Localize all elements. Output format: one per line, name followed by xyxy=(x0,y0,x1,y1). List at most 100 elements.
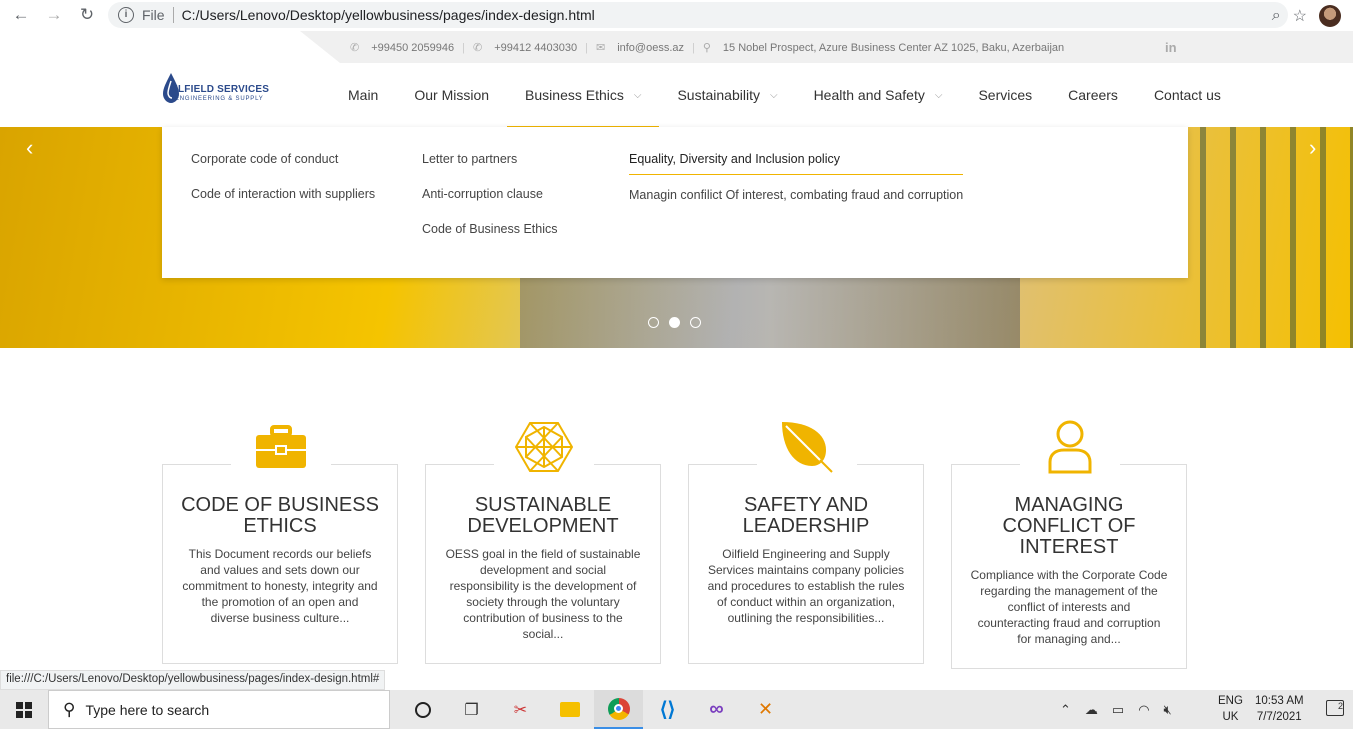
windows-taskbar: ⚲ Type here to search ❐ ✂ ⟨⟩ ∞ ✕ ⌃ ☁ ▭ ◠… xyxy=(0,690,1353,729)
menu-item-services[interactable]: Services xyxy=(960,63,1050,127)
slider-dots xyxy=(648,317,701,328)
address-divider xyxy=(172,7,174,23)
slider-dot[interactable] xyxy=(648,317,659,328)
wifi-icon[interactable]: ◠ xyxy=(1138,702,1149,718)
card-text: This Document records our beliefs and va… xyxy=(182,547,378,625)
notification-center-icon[interactable]: 2 xyxy=(1326,700,1344,716)
address-url[interactable]: C:/Users/Lenovo/Desktop/yellowbusiness/p… xyxy=(182,7,595,23)
language-indicator[interactable]: ENG UK xyxy=(1218,693,1243,725)
clock-time: 10:53 AM xyxy=(1255,695,1304,707)
clock[interactable]: 10:53 AM 7/7/2021 xyxy=(1255,693,1304,725)
hero-image-detail xyxy=(520,277,1020,348)
back-icon[interactable]: ← xyxy=(10,4,32,26)
forward-icon[interactable]: → xyxy=(43,4,65,26)
card-text: OESS goal in the field of sustainable de… xyxy=(445,547,641,641)
dropdown-link[interactable]: Code of Business Ethics xyxy=(422,222,558,236)
briefcase-icon xyxy=(231,417,331,477)
snipping-tool-icon[interactable]: ✂ xyxy=(496,690,545,729)
menu-item-our-mission[interactable]: Our Mission xyxy=(396,63,507,127)
status-url: file:///C:/Users/Lenovo/Desktop/yellowbu… xyxy=(0,670,386,690)
card-conflict-of-interest[interactable]: MANAGING CONFLICT OF INTEREST Compliance… xyxy=(951,417,1187,669)
business-ethics-dropdown: Corporate code of conduct Code of intera… xyxy=(162,127,1188,278)
taskbar-search-placeholder: Type here to search xyxy=(85,701,210,718)
dropdown-link[interactable]: Managin confilict Of interest, combating… xyxy=(629,188,963,202)
address-bar[interactable]: i File C:/Users/Lenovo/Desktop/yellowbus… xyxy=(108,2,1288,28)
site-header: ILFIELD SERVICES ENGINEERING & SUPPLY Ma… xyxy=(0,63,1353,127)
bookmark-star-icon[interactable]: ☆ xyxy=(1293,6,1307,26)
cortana-icon[interactable] xyxy=(398,690,447,729)
volume-muted-icon[interactable]: 🔇︎ xyxy=(1164,702,1172,718)
dropdown-column-3: Equality, Diversity and Inclusion policy… xyxy=(629,152,964,202)
dropdown-link[interactable]: Corporate code of conduct xyxy=(191,152,375,166)
dropdown-link[interactable]: Anti-corruption clause xyxy=(422,187,558,201)
system-tray: ⌃ ☁ ▭ ◠ 🔇︎ xyxy=(1060,690,1172,729)
info-divider: | xyxy=(585,41,588,54)
menu-item-health-and-safety[interactable]: Health and Safety ⌵ xyxy=(796,63,961,127)
logo-subtitle: ENGINEERING & SUPPLY xyxy=(175,96,264,102)
email-link[interactable]: info@oess.az xyxy=(617,42,684,54)
chevron-up-icon[interactable]: ⌃ xyxy=(1060,702,1071,718)
profile-avatar[interactable] xyxy=(1319,4,1341,27)
slider-prev-icon[interactable]: ‹ xyxy=(26,135,33,161)
info-bar-notch xyxy=(0,31,340,63)
chevron-down-icon: ⌵ xyxy=(934,89,943,101)
menu-label: Contact us xyxy=(1153,87,1221,103)
card-sustainable-development[interactable]: SUSTAINABLE DEVELOPMENT OESS goal in the… xyxy=(425,417,661,664)
dropdown-link[interactable]: Code of interaction with suppliers xyxy=(191,187,375,201)
hero-image-detail xyxy=(1200,127,1353,348)
xampp-icon[interactable]: ✕ xyxy=(741,690,790,729)
menu-item-sustainability[interactable]: Sustainability ⌵ xyxy=(659,63,795,127)
slider-dot[interactable] xyxy=(690,317,701,328)
chrome-icon[interactable] xyxy=(594,690,643,729)
menu-label: Sustainability xyxy=(677,87,760,103)
zoom-icon[interactable]: ⌕ xyxy=(1272,7,1281,25)
address-text: 15 Nobel Prospect, Azure Business Center… xyxy=(722,41,1065,54)
card-business-ethics[interactable]: CODE OF BUSINESS ETHICS This Document re… xyxy=(162,417,398,664)
chevron-down-icon: ⌵ xyxy=(633,89,642,101)
menu-item-contact-us[interactable]: Contact us xyxy=(1136,63,1239,127)
menu-label: Health and Safety xyxy=(813,87,925,103)
language-code: ENG xyxy=(1218,695,1243,707)
card-text: Oilfield Engineering and Supply Services… xyxy=(707,547,905,625)
dropdown-column-1: Corporate code of conduct Code of intera… xyxy=(191,152,375,201)
card-title: SAFETY AND LEADERSHIP xyxy=(742,494,870,537)
windows-start-icon[interactable] xyxy=(16,702,32,718)
dropdown-link[interactable]: Letter to partners xyxy=(422,152,558,166)
phone-2[interactable]: +99412 4403030 xyxy=(494,42,577,54)
vscode-icon[interactable]: ⟨⟩ xyxy=(643,690,692,729)
company-logo[interactable]: ILFIELD SERVICES ENGINEERING & SUPPLY xyxy=(163,69,285,109)
keyboard-layout: UK xyxy=(1222,711,1239,723)
dropdown-link-hovered[interactable]: Equality, Diversity and Inclusion policy xyxy=(629,152,964,175)
battery-icon[interactable]: ▭ xyxy=(1112,702,1124,718)
taskbar-search[interactable]: ⚲ Type here to search xyxy=(48,690,390,729)
phone-1[interactable]: +99450 2059946 xyxy=(371,42,454,54)
file-explorer-icon[interactable] xyxy=(545,690,594,729)
dropdown-column-2: Letter to partners Anti-corruption claus… xyxy=(422,152,558,236)
menu-label: Business Ethics xyxy=(525,87,624,103)
location-pin-icon: ⚲ xyxy=(702,42,711,54)
menu-label: Main xyxy=(348,87,379,103)
onedrive-icon[interactable]: ☁ xyxy=(1085,702,1098,718)
task-view-icon[interactable]: ❐ xyxy=(447,690,496,729)
slider-next-icon[interactable]: › xyxy=(1309,135,1316,161)
notification-count: 2 xyxy=(1337,701,1343,711)
taskbar-apps: ❐ ✂ ⟨⟩ ∞ ✕ xyxy=(398,690,790,729)
slider-dot-active[interactable] xyxy=(669,317,680,328)
contact-info-bar: ✆ +99450 2059946 | ✆ +99412 4403030 | ✉ inf… xyxy=(0,31,1353,63)
address-file-label: File xyxy=(142,7,165,23)
menu-item-main[interactable]: Main xyxy=(330,63,396,127)
logo-title: ILFIELD SERVICES xyxy=(175,84,270,95)
info-icon[interactable]: i xyxy=(118,7,134,23)
phone-icon: ✆ xyxy=(472,42,483,54)
card-safety-leadership[interactable]: SAFETY AND LEADERSHIP Oilfield Engineeri… xyxy=(688,417,924,664)
phone-icon: ✆ xyxy=(350,42,360,54)
menu-item-careers[interactable]: Careers xyxy=(1050,63,1136,127)
linkedin-icon[interactable]: in xyxy=(1165,40,1177,55)
visual-studio-icon[interactable]: ∞ xyxy=(692,690,741,729)
chevron-down-icon: ⌵ xyxy=(769,89,778,101)
reload-icon[interactable]: ↻ xyxy=(76,4,98,26)
info-divider: | xyxy=(462,41,465,54)
card-title: MANAGING CONFLICT OF INTEREST xyxy=(1002,494,1136,558)
menu-label: Services xyxy=(978,87,1033,103)
menu-item-business-ethics[interactable]: Business Ethics ⌵ xyxy=(507,63,660,127)
